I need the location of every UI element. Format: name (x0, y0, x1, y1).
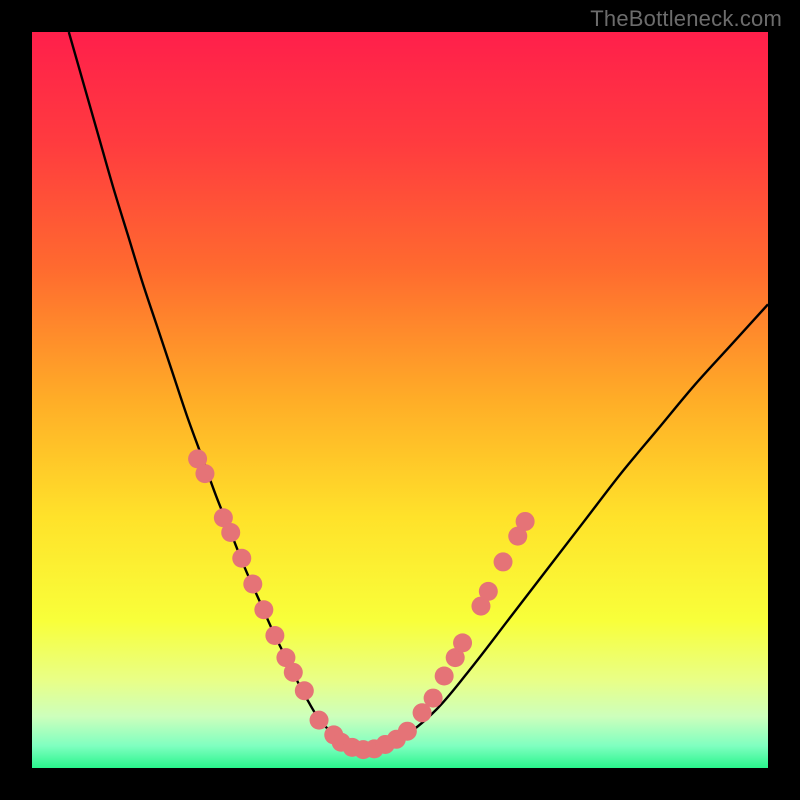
marker-dot (453, 633, 472, 652)
marker-dot (243, 575, 262, 594)
marker-dot (424, 689, 443, 708)
watermark-text: TheBottleneck.com (590, 6, 782, 32)
marker-dot (232, 549, 251, 568)
plot-area (32, 32, 768, 768)
marker-dot (254, 600, 273, 619)
marker-dot (265, 626, 284, 645)
marker-dot (435, 667, 454, 686)
marker-dot (398, 722, 417, 741)
marker-dot (221, 523, 240, 542)
marker-dot (494, 552, 513, 571)
bottleneck-curve (69, 32, 768, 750)
marker-dots (188, 449, 535, 759)
chart-frame: TheBottleneck.com (0, 0, 800, 800)
marker-dot (310, 711, 329, 730)
curve-layer (32, 32, 768, 768)
marker-dot (295, 681, 314, 700)
marker-dot (479, 582, 498, 601)
marker-dot (516, 512, 535, 531)
marker-dot (284, 663, 303, 682)
marker-dot (195, 464, 214, 483)
